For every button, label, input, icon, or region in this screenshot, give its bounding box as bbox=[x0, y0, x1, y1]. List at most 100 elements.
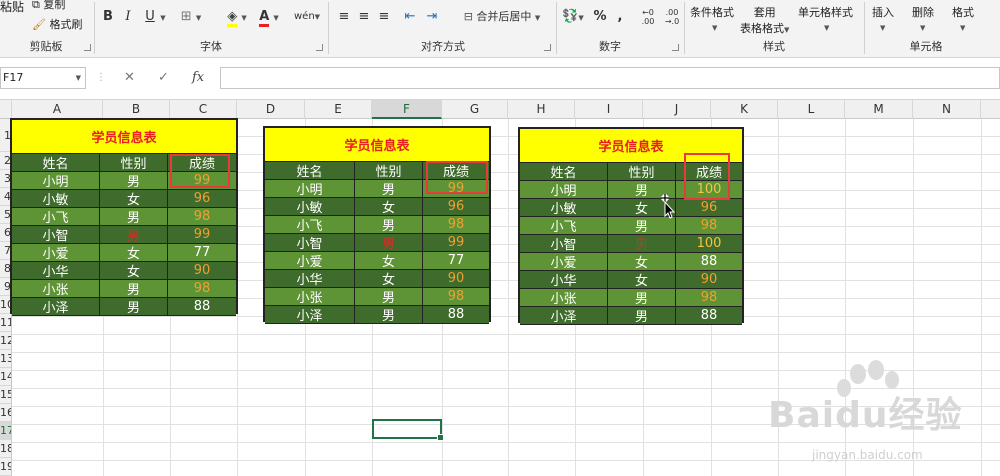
table-header-cell[interactable]: 性别 bbox=[355, 162, 423, 180]
gender-cell[interactable]: 女 bbox=[100, 190, 168, 208]
gender-cell[interactable]: 男 bbox=[100, 226, 168, 244]
gender-cell[interactable]: 男 bbox=[100, 280, 168, 298]
score-cell[interactable]: 96 bbox=[168, 190, 236, 207]
score-cell[interactable]: 98 bbox=[423, 288, 489, 305]
gender-cell[interactable]: 女 bbox=[608, 271, 676, 289]
percent-button[interactable]: % bbox=[592, 8, 608, 26]
score-cell[interactable]: 98 bbox=[423, 216, 489, 233]
font-color-button[interactable]: A ▼ bbox=[254, 8, 284, 27]
delete-cells-button[interactable]: 删除 ▼ bbox=[912, 4, 934, 33]
column-header[interactable]: G bbox=[442, 100, 508, 119]
score-cell[interactable]: 77 bbox=[168, 244, 236, 261]
gender-cell[interactable]: 女 bbox=[355, 252, 423, 270]
column-header[interactable]: I bbox=[575, 100, 643, 119]
name-cell[interactable]: 小泽 bbox=[520, 307, 608, 325]
column-header[interactable]: K bbox=[711, 100, 778, 119]
row-header[interactable]: 19 bbox=[0, 458, 11, 476]
column-header[interactable]: L bbox=[778, 100, 845, 119]
row-header[interactable]: 13 bbox=[0, 350, 11, 368]
column-header[interactable]: E bbox=[305, 100, 372, 119]
row-header[interactable]: 17 bbox=[0, 422, 11, 440]
score-cell[interactable]: 88 bbox=[423, 306, 489, 323]
table-title[interactable]: 学员信息表 bbox=[12, 120, 236, 154]
column-header[interactable]: M bbox=[845, 100, 913, 119]
comma-style-button[interactable]: , bbox=[614, 8, 626, 26]
column-header[interactable]: A bbox=[12, 100, 103, 119]
score-cell[interactable]: 96 bbox=[423, 198, 489, 215]
score-cell[interactable]: 90 bbox=[168, 262, 236, 279]
name-cell[interactable]: 小张 bbox=[265, 288, 355, 306]
score-cell[interactable]: 98 bbox=[676, 217, 742, 234]
format-painter-button[interactable]: 🖌 格式刷 bbox=[32, 16, 82, 32]
select-all-corner[interactable] bbox=[0, 100, 12, 119]
increase-indent-button[interactable]: ⇥ bbox=[424, 8, 440, 26]
name-cell[interactable]: 小飞 bbox=[12, 208, 100, 226]
table-title[interactable]: 学员信息表 bbox=[265, 128, 489, 162]
score-cell[interactable]: 88 bbox=[676, 307, 742, 324]
gender-cell[interactable]: 男 bbox=[355, 216, 423, 234]
gender-cell[interactable]: 男 bbox=[355, 288, 423, 306]
gender-cell[interactable]: 男 bbox=[608, 289, 676, 307]
column-header[interactable]: H bbox=[508, 100, 575, 119]
table-header-cell[interactable]: 姓名 bbox=[265, 162, 355, 180]
decrease-indent-button[interactable]: ⇤ bbox=[402, 8, 418, 26]
name-cell[interactable]: 小华 bbox=[12, 262, 100, 280]
copy-button[interactable]: ⧉ 复制 bbox=[32, 0, 65, 12]
column-header[interactable] bbox=[981, 100, 1000, 119]
score-cell[interactable]: 99 bbox=[168, 226, 236, 243]
name-cell[interactable]: 小爱 bbox=[520, 253, 608, 271]
cell-styles-button[interactable]: 单元格样式 ▼ bbox=[798, 4, 853, 33]
name-cell[interactable]: 小智 bbox=[12, 226, 100, 244]
gender-cell[interactable]: 女 bbox=[100, 262, 168, 280]
column-header[interactable]: N bbox=[913, 100, 981, 119]
name-cell[interactable]: 小明 bbox=[12, 172, 100, 190]
currency-format-button[interactable]: 💱▼ bbox=[560, 8, 586, 26]
row-header[interactable]: 11 bbox=[0, 314, 11, 332]
name-cell[interactable]: 小张 bbox=[12, 280, 100, 298]
paste-button[interactable]: 粘贴 bbox=[0, 0, 24, 15]
gender-cell[interactable]: 女 bbox=[355, 270, 423, 288]
border-button[interactable]: ⊞ ▼ bbox=[176, 8, 206, 26]
score-cell[interactable]: 90 bbox=[423, 270, 489, 287]
name-cell[interactable]: 小智 bbox=[265, 234, 355, 252]
format-cells-button[interactable]: 格式 ▼ bbox=[952, 4, 974, 33]
score-cell[interactable]: 100 bbox=[676, 235, 742, 252]
align-right-button[interactable]: ≡ bbox=[376, 8, 392, 26]
number-launcher-icon[interactable] bbox=[672, 44, 679, 51]
column-header[interactable]: F bbox=[372, 100, 442, 119]
clipboard-launcher-icon[interactable] bbox=[84, 44, 91, 51]
score-cell[interactable]: 77 bbox=[423, 252, 489, 269]
name-cell[interactable]: 小明 bbox=[265, 180, 355, 198]
column-header[interactable]: B bbox=[103, 100, 170, 119]
bold-button[interactable]: B bbox=[100, 8, 116, 26]
gender-cell[interactable]: 女 bbox=[608, 253, 676, 271]
score-cell[interactable]: 98 bbox=[676, 289, 742, 306]
table-header-cell[interactable]: 姓名 bbox=[12, 154, 100, 172]
score-cell[interactable]: 88 bbox=[676, 253, 742, 270]
format-as-table-button[interactable]: 套用 表格格式▼ bbox=[740, 4, 789, 36]
name-cell[interactable]: 小泽 bbox=[265, 306, 355, 324]
active-cell[interactable] bbox=[372, 419, 444, 441]
gender-cell[interactable]: 男 bbox=[355, 180, 423, 198]
phonetic-button[interactable]: wén▼ bbox=[294, 8, 320, 26]
italic-button[interactable]: I bbox=[120, 8, 136, 26]
gender-cell[interactable]: 男 bbox=[100, 298, 168, 316]
name-cell[interactable]: 小泽 bbox=[12, 298, 100, 316]
insert-function-button[interactable]: fx bbox=[192, 70, 204, 85]
score-cell[interactable]: 90 bbox=[676, 271, 742, 288]
align-center-button[interactable]: ≡ bbox=[356, 8, 372, 26]
name-cell[interactable]: 小智 bbox=[520, 235, 608, 253]
score-cell[interactable]: 88 bbox=[168, 298, 236, 315]
formula-input[interactable] bbox=[220, 67, 1000, 89]
row-header[interactable]: 14 bbox=[0, 368, 11, 386]
increase-decimal-button[interactable]: ←0.00 bbox=[638, 8, 658, 26]
gender-cell[interactable]: 男 bbox=[355, 306, 423, 324]
name-cell[interactable]: 小爱 bbox=[265, 252, 355, 270]
gender-cell[interactable]: 男 bbox=[608, 307, 676, 325]
gender-cell[interactable]: 男 bbox=[608, 217, 676, 235]
name-box[interactable]: F17 ▼ bbox=[0, 67, 86, 89]
name-cell[interactable]: 小张 bbox=[520, 289, 608, 307]
name-cell[interactable]: 小华 bbox=[520, 271, 608, 289]
name-cell[interactable]: 小飞 bbox=[265, 216, 355, 234]
score-cell[interactable]: 99 bbox=[423, 234, 489, 251]
